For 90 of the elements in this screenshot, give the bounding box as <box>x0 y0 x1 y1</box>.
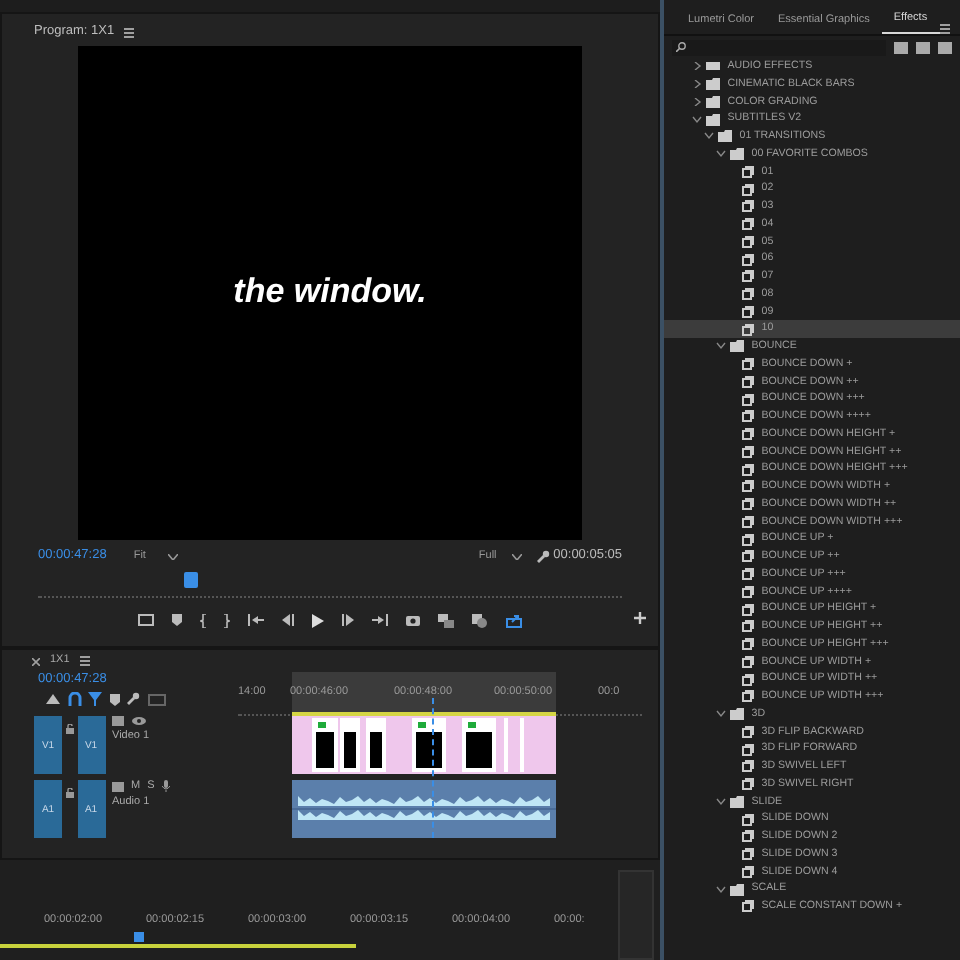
lock-icon[interactable] <box>65 787 74 797</box>
caret-icon[interactable] <box>716 710 726 719</box>
preset-icon <box>742 305 754 318</box>
preset-icon <box>742 393 754 406</box>
add-icon[interactable] <box>634 612 646 624</box>
menu-icon[interactable] <box>124 27 135 37</box>
marker-icon[interactable] <box>172 614 182 626</box>
preset-icon <box>742 848 754 861</box>
folder-icon <box>730 883 744 896</box>
preset-icon <box>742 568 754 581</box>
preset-icon <box>742 638 754 651</box>
lift-icon[interactable] <box>438 613 454 627</box>
preset-icon <box>742 830 754 843</box>
preset-icon <box>742 865 754 878</box>
video-clip[interactable] <box>292 716 556 774</box>
caret-icon[interactable] <box>716 150 726 159</box>
search-icon <box>676 42 686 52</box>
caret-icon[interactable] <box>692 97 702 106</box>
lock-icon[interactable] <box>65 723 74 733</box>
step-forward-icon[interactable] <box>342 614 354 626</box>
preset-icon <box>742 760 754 773</box>
mark-in-icon[interactable] <box>200 613 206 627</box>
preset-icon <box>742 620 754 633</box>
eye-icon[interactable] <box>131 716 145 726</box>
preset-icon <box>742 480 754 493</box>
preset-icon <box>742 900 754 913</box>
preset-icon <box>742 200 754 213</box>
work-area-bar[interactable] <box>292 672 556 716</box>
preset-icon <box>742 358 754 371</box>
preset-icon <box>742 498 754 511</box>
preset-icon <box>742 813 754 826</box>
add-marker-icon[interactable] <box>109 693 119 706</box>
preset-icon <box>742 445 754 458</box>
go-to-in-icon[interactable] <box>248 614 264 626</box>
caret-icon[interactable] <box>692 80 702 89</box>
preset-icon <box>742 410 754 423</box>
preset-icon <box>742 375 754 388</box>
folder-icon <box>730 708 744 721</box>
preset-icon <box>742 550 754 563</box>
linked-selection-icon[interactable] <box>88 692 102 707</box>
preset-icon <box>742 323 754 336</box>
preset-icon <box>742 533 754 546</box>
insert-icon[interactable] <box>46 692 60 707</box>
preset-icon <box>742 655 754 668</box>
caret-icon[interactable] <box>716 885 726 894</box>
camera-icon[interactable] <box>406 614 420 626</box>
preset-icon <box>742 288 754 301</box>
preset-icon <box>742 235 754 248</box>
caret-icon[interactable] <box>692 62 702 71</box>
caret-icon[interactable] <box>716 342 726 351</box>
menu-icon[interactable] <box>939 24 950 34</box>
safe-margins-icon[interactable] <box>138 614 154 626</box>
step-back-icon[interactable] <box>282 614 294 626</box>
caret-icon[interactable] <box>167 553 178 559</box>
microphone-icon[interactable] <box>161 780 170 793</box>
preset-icon <box>742 428 754 441</box>
preset-icon <box>742 218 754 231</box>
preset-icon <box>742 690 754 703</box>
preset-icon <box>742 725 754 738</box>
preset-icon <box>742 463 754 476</box>
caret-icon[interactable] <box>692 115 702 124</box>
caret-icon[interactable] <box>512 553 523 559</box>
caret-icon[interactable] <box>704 132 714 141</box>
audio-clip[interactable] <box>292 780 556 838</box>
preset-icon <box>742 585 754 598</box>
go-to-out-icon[interactable] <box>372 614 388 626</box>
snap-icon[interactable] <box>67 692 81 707</box>
wrench-icon[interactable] <box>535 549 550 563</box>
caret-icon[interactable] <box>716 797 726 806</box>
close-icon[interactable] <box>32 657 40 665</box>
export-frame-icon[interactable] <box>506 613 522 627</box>
mark-out-icon[interactable] <box>224 613 230 627</box>
captions-icon[interactable] <box>147 693 165 706</box>
preset-icon <box>742 165 754 178</box>
preset-icon <box>742 253 754 266</box>
preset-icon <box>742 270 754 283</box>
search-field[interactable] <box>672 39 886 55</box>
preset-icon <box>742 515 754 528</box>
play-icon[interactable] <box>312 613 324 627</box>
wrench-icon[interactable] <box>126 692 140 707</box>
preset-icon <box>742 743 754 756</box>
caption-text: the window. <box>233 272 427 314</box>
extract-icon[interactable] <box>472 613 488 627</box>
preset-icon <box>742 603 754 616</box>
preset-icon <box>742 673 754 686</box>
playhead[interactable] <box>432 698 440 838</box>
preset-icon <box>742 778 754 791</box>
folder-icon <box>730 795 744 808</box>
menu-icon[interactable] <box>79 656 90 666</box>
preset-icon <box>742 183 754 196</box>
